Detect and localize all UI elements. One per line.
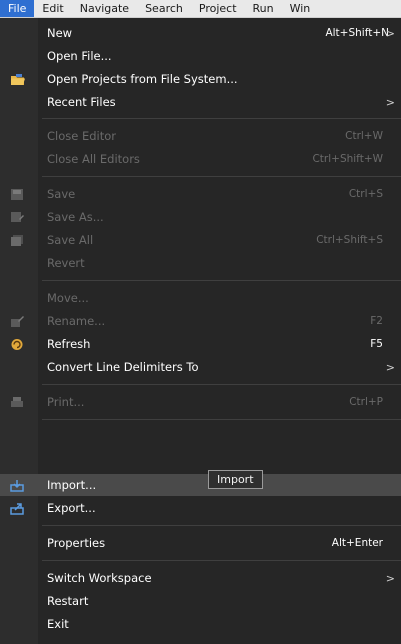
menu-item-label: Save [47,187,76,201]
accelerator: F5 [370,338,383,350]
menu-item-label: Move... [47,291,89,305]
menu-file[interactable]: File [0,0,35,17]
menu-item-label: Recent Files [47,95,116,109]
file-menu-dropdown: New Alt+Shift+N > Open File... Open Proj… [0,18,401,644]
save-all-icon [10,234,24,246]
accelerator: Ctrl+Shift+S [316,234,383,246]
menu-item-label: Exit [47,617,69,631]
separator [42,384,401,385]
accelerator: Ctrl+Shift+W [312,153,383,165]
menu-item-label: Import... [47,478,97,492]
menu-item-exit[interactable]: Exit [0,613,401,635]
menu-window[interactable]: Win [282,0,319,17]
menu-item-label: Print... [47,395,85,409]
accelerator: F2 [370,315,383,327]
menu-item-label: Rename... [47,314,106,328]
menu-item-label: Convert Line Delimiters To [47,360,199,374]
menu-item-label: Open File... [47,49,112,63]
import-icon [10,479,24,492]
separator [42,525,401,526]
submenu-arrow-icon: > [385,26,395,40]
menu-item-label: Export... [47,501,96,515]
separator [42,560,401,561]
submenu-arrow-icon: > [385,360,395,374]
menu-bar: File Edit Navigate Search Project Run Wi… [0,0,401,18]
accelerator: Ctrl+P [349,396,383,408]
menu-item-new[interactable]: New Alt+Shift+N > [0,22,401,44]
menu-item-label: Refresh [47,337,91,351]
menu-item-export[interactable]: Export... [0,497,401,519]
folder-icon [10,73,25,85]
menu-item-move[interactable]: Move... [0,287,401,309]
accelerator: Alt+Enter [331,537,383,549]
separator [42,419,401,420]
menu-item-switch-workspace[interactable]: Switch Workspace > [0,567,401,589]
menu-search[interactable]: Search [137,0,191,17]
menu-item-save-all[interactable]: Save All Ctrl+Shift+S [0,229,401,251]
menu-item-label: Switch Workspace [47,571,152,585]
menu-item-label: Save As... [47,210,104,224]
refresh-icon [10,338,24,350]
accelerator: Ctrl+S [348,188,383,200]
save-icon [10,188,24,200]
menu-item-label: Close All Editors [47,152,140,166]
menu-item-save[interactable]: Save Ctrl+S [0,183,401,205]
menu-run[interactable]: Run [245,0,282,17]
menu-item-import[interactable]: Import... [0,474,401,496]
menu-edit[interactable]: Edit [34,0,71,17]
menu-item-label: New [47,26,73,40]
menu-item-convert-line-delimiters[interactable]: Convert Line Delimiters To > [0,356,401,378]
separator [42,118,401,119]
menu-item-close-editor[interactable]: Close Editor Ctrl+W [0,125,401,147]
menu-item-label: Restart [47,594,89,608]
menu-item-label: Revert [47,256,85,270]
menu-item-properties[interactable]: Properties Alt+Enter [0,532,401,554]
import-tooltip: Import [208,470,263,489]
menu-item-label: Properties [47,536,106,550]
menu-project[interactable]: Project [191,0,245,17]
menu-item-recent-files[interactable]: Recent Files > [0,91,401,113]
menu-navigate[interactable]: Navigate [72,0,137,17]
separator [42,176,401,177]
menu-item-print[interactable]: Print... Ctrl+P [0,391,401,413]
menu-item-save-as[interactable]: Save As... [0,206,401,228]
printer-icon [10,396,24,408]
menu-item-refresh[interactable]: Refresh F5 [0,333,401,355]
save-as-icon [10,211,24,223]
separator [42,280,401,281]
menu-item-open-file[interactable]: Open File... [0,45,401,67]
menu-item-restart[interactable]: Restart [0,590,401,612]
menu-item-revert[interactable]: Revert [0,252,401,274]
accelerator: Alt+Shift+N [325,27,389,39]
menu-item-close-all-editors[interactable]: Close All Editors Ctrl+Shift+W [0,148,401,170]
submenu-arrow-icon: > [385,95,395,109]
menu-item-label: Open Projects from File System... [47,72,238,86]
export-icon [10,502,24,515]
rename-icon [10,315,24,327]
accelerator: Ctrl+W [345,130,383,142]
menu-item-label: Close Editor [47,129,117,143]
menu-item-rename[interactable]: Rename... F2 [0,310,401,332]
menu-item-label: Save All [47,233,94,247]
menu-item-open-projects[interactable]: Open Projects from File System... [0,68,401,90]
submenu-arrow-icon: > [385,571,395,585]
